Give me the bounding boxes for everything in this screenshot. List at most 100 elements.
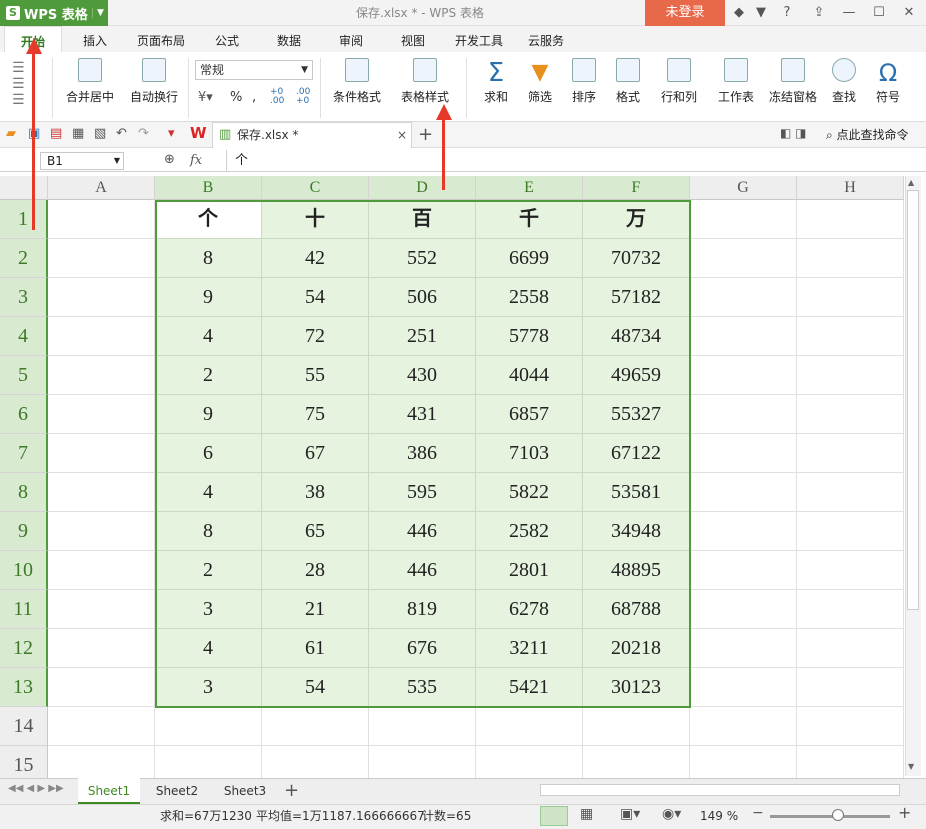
cell-F10[interactable]: 48895 bbox=[583, 551, 690, 590]
find-command[interactable]: ⌕ 点此查找命令 bbox=[826, 122, 909, 148]
tab-page-layout[interactable]: 页面布局 bbox=[128, 26, 194, 52]
login-button[interactable]: 未登录 bbox=[645, 0, 725, 26]
row-header-10[interactable]: 10 bbox=[0, 551, 48, 590]
cell-H13[interactable] bbox=[797, 668, 904, 707]
print-icon[interactable]: ▦ bbox=[72, 126, 84, 141]
cell-H10[interactable] bbox=[797, 551, 904, 590]
cell-B5[interactable]: 2 bbox=[155, 356, 262, 395]
name-box[interactable]: B1 ▼ bbox=[40, 152, 124, 170]
cell-F8[interactable]: 53581 bbox=[583, 473, 690, 512]
cell-G14[interactable] bbox=[690, 707, 797, 746]
number-format-select[interactable]: 常规 ▼ bbox=[195, 60, 313, 80]
cell-B4[interactable]: 4 bbox=[155, 317, 262, 356]
cell-F13[interactable]: 30123 bbox=[583, 668, 690, 707]
cell-A14[interactable] bbox=[48, 707, 155, 746]
cell-A12[interactable] bbox=[48, 629, 155, 668]
cell-H7[interactable] bbox=[797, 434, 904, 473]
help-icon[interactable]: ? bbox=[778, 4, 796, 22]
cell-E10[interactable]: 2801 bbox=[476, 551, 583, 590]
cell-E14[interactable] bbox=[476, 707, 583, 746]
sheet-nav-icons[interactable]: ◀◀ ◀ ▶ ▶▶ bbox=[8, 783, 64, 794]
cell-C5[interactable]: 55 bbox=[262, 356, 369, 395]
sum-button[interactable]: Σ 求和 bbox=[476, 58, 516, 118]
cell-B1[interactable]: 个 bbox=[155, 200, 262, 239]
page-break-view-icon[interactable]: ▦ bbox=[580, 806, 593, 822]
cell-A11[interactable] bbox=[48, 590, 155, 629]
cell-F12[interactable]: 20218 bbox=[583, 629, 690, 668]
cell-E8[interactable]: 5822 bbox=[476, 473, 583, 512]
freeze-panes-button[interactable]: 冻结窗格 bbox=[766, 58, 820, 118]
row-header-5[interactable]: 5 bbox=[0, 356, 48, 395]
cell-C6[interactable]: 75 bbox=[262, 395, 369, 434]
tab-cloud[interactable]: 云服务 bbox=[518, 26, 574, 52]
sheet-tab-1[interactable]: Sheet1 bbox=[78, 778, 140, 804]
cell-F11[interactable]: 68788 bbox=[583, 590, 690, 629]
cell-G5[interactable] bbox=[690, 356, 797, 395]
tab-review[interactable]: 审阅 bbox=[326, 26, 376, 52]
cell-D2[interactable]: 552 bbox=[369, 239, 476, 278]
cell-D9[interactable]: 446 bbox=[369, 512, 476, 551]
cell-H2[interactable] bbox=[797, 239, 904, 278]
cell-H11[interactable] bbox=[797, 590, 904, 629]
conditional-format-button[interactable]: 条件格式 bbox=[326, 58, 388, 118]
document-tab[interactable]: ▥ 保存.xlsx * × bbox=[212, 122, 412, 148]
cell-B2[interactable]: 8 bbox=[155, 239, 262, 278]
row-header-11[interactable]: 11 bbox=[0, 590, 48, 629]
cell-B9[interactable]: 8 bbox=[155, 512, 262, 551]
cell-B3[interactable]: 9 bbox=[155, 278, 262, 317]
maximize-icon[interactable]: ☐ bbox=[870, 4, 888, 22]
cell-D13[interactable]: 535 bbox=[369, 668, 476, 707]
cell-H3[interactable] bbox=[797, 278, 904, 317]
column-header-A[interactable]: A bbox=[48, 176, 155, 200]
page-layout-view-icon[interactable]: ▣▾ bbox=[620, 806, 640, 822]
chevron-down-icon[interactable]: ▼ bbox=[92, 8, 108, 18]
cell-F2[interactable]: 70732 bbox=[583, 239, 690, 278]
cell-D8[interactable]: 595 bbox=[369, 473, 476, 512]
vertical-scroll-thumb[interactable] bbox=[907, 190, 919, 610]
cell-B14[interactable] bbox=[155, 707, 262, 746]
redo-icon[interactable]: ↷ bbox=[138, 126, 149, 141]
cell-D1[interactable]: 百 bbox=[369, 200, 476, 239]
row-header-6[interactable]: 6 bbox=[0, 395, 48, 434]
cell-A1[interactable] bbox=[48, 200, 155, 239]
worksheet-button[interactable]: 工作表 bbox=[710, 58, 762, 118]
cell-E1[interactable]: 千 bbox=[476, 200, 583, 239]
undo-icon[interactable]: ↶ bbox=[116, 126, 127, 141]
cell-C9[interactable]: 65 bbox=[262, 512, 369, 551]
row-header-4[interactable]: 4 bbox=[0, 317, 48, 356]
row-header-9[interactable]: 9 bbox=[0, 512, 48, 551]
cell-B11[interactable]: 3 bbox=[155, 590, 262, 629]
cell-C12[interactable]: 61 bbox=[262, 629, 369, 668]
close-tab-icon[interactable]: × bbox=[397, 123, 407, 147]
format-button[interactable]: 格式 bbox=[608, 58, 648, 118]
zoom-slider-track[interactable] bbox=[770, 815, 890, 818]
cell-D4[interactable]: 251 bbox=[369, 317, 476, 356]
sheet-tab-2[interactable]: Sheet2 bbox=[146, 778, 208, 804]
cell-F14[interactable] bbox=[583, 707, 690, 746]
row-header-12[interactable]: 12 bbox=[0, 629, 48, 668]
cell-C10[interactable]: 28 bbox=[262, 551, 369, 590]
tab-formulas[interactable]: 公式 bbox=[202, 26, 252, 52]
cell-H4[interactable] bbox=[797, 317, 904, 356]
tab-developer[interactable]: 开发工具 bbox=[448, 26, 510, 52]
row-col-button[interactable]: 行和列 bbox=[654, 58, 704, 118]
comma-icon[interactable]: , bbox=[252, 90, 256, 105]
cell-C7[interactable]: 67 bbox=[262, 434, 369, 473]
align-icons[interactable]: ☰ ☰ ☰ bbox=[12, 60, 42, 110]
zoom-slider-thumb[interactable] bbox=[832, 809, 844, 821]
filter-button[interactable]: ▼ 筛选 bbox=[520, 58, 560, 118]
formula-input[interactable]: 个 bbox=[226, 150, 926, 172]
close-icon[interactable]: ✕ bbox=[900, 4, 918, 22]
cell-A2[interactable] bbox=[48, 239, 155, 278]
cell-E12[interactable]: 3211 bbox=[476, 629, 583, 668]
tab-data[interactable]: 数据 bbox=[264, 26, 314, 52]
zoom-out-icon[interactable]: − bbox=[752, 805, 764, 821]
cell-D12[interactable]: 676 bbox=[369, 629, 476, 668]
cell-D5[interactable]: 430 bbox=[369, 356, 476, 395]
customize-icon[interactable]: ▾ bbox=[168, 126, 175, 141]
sort-button[interactable]: 排序 bbox=[564, 58, 604, 118]
normal-view-icon[interactable] bbox=[540, 806, 568, 826]
cell-F3[interactable]: 57182 bbox=[583, 278, 690, 317]
cell-A10[interactable] bbox=[48, 551, 155, 590]
cell-B13[interactable]: 3 bbox=[155, 668, 262, 707]
